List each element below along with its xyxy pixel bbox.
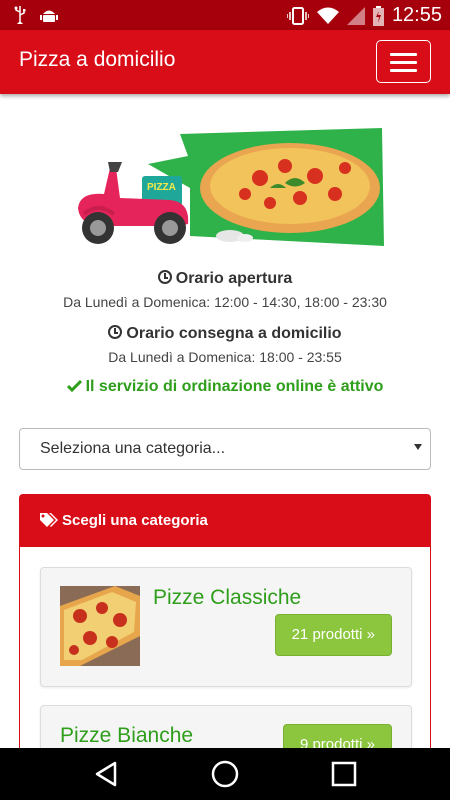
- category-panel-title: Scegli una categoria: [62, 512, 208, 529]
- back-icon[interactable]: [93, 761, 119, 787]
- vibrate-icon: [286, 6, 309, 25]
- dropdown-arrow-icon: [414, 444, 422, 450]
- hero-illustration: PIZZA: [70, 128, 390, 253]
- category-select-value: Seleziona una categoria...: [40, 440, 226, 457]
- opening-hours-title: Orario apertura: [175, 270, 293, 287]
- app-title: Pizza a domicilio: [19, 48, 176, 71]
- opening-hours-block: Orario apertura Da Lunedì a Domenica: 12…: [0, 270, 450, 310]
- category-products-button[interactable]: 21 prodotti »: [274, 614, 392, 656]
- category-select[interactable]: Seleziona una categoria...: [19, 428, 431, 470]
- service-status: Il servizio di ordinazione online è atti…: [0, 378, 450, 396]
- app-bar: Pizza a domicilio: [0, 30, 450, 94]
- category-panel-header: Scegli una categoria: [20, 495, 430, 547]
- clock-icon: [157, 270, 172, 284]
- delivery-hours-block: Orario consegna a domicilio Da Lunedì a …: [0, 325, 450, 365]
- android-debug-icon: [40, 10, 58, 22]
- scooter-pizza-label: PIZZA: [147, 182, 176, 193]
- delivery-scooter-pizza-illustration: PIZZA: [78, 128, 384, 246]
- usb-icon: [14, 6, 26, 24]
- hamburger-icon: [390, 53, 417, 56]
- category-card-pizze-classiche[interactable]: Pizze Classiche 21 prodotti »: [40, 567, 412, 687]
- recents-icon[interactable]: [331, 761, 357, 787]
- category-name[interactable]: Pizze Bianche: [60, 724, 193, 748]
- clock-time: 12:55: [391, 4, 442, 26]
- check-icon: [66, 379, 82, 393]
- delivery-hours-value: Da Lunedì a Domenica: 18:00 - 23:55: [108, 349, 342, 365]
- signal-icon: [346, 6, 365, 25]
- delivery-hours-title: Orario consegna a domicilio: [126, 325, 342, 342]
- category-name[interactable]: Pizze Classiche: [153, 586, 301, 610]
- wifi-icon: [316, 7, 339, 24]
- category-thumbnail: [60, 586, 140, 666]
- status-bar: 12:55: [0, 0, 450, 30]
- menu-button[interactable]: [376, 40, 431, 83]
- clock-icon: [108, 325, 123, 339]
- system-nav-bar: [0, 748, 450, 800]
- opening-hours-value: Da Lunedì a Domenica: 12:00 - 14:30, 18:…: [63, 294, 387, 310]
- service-status-text: Il servizio di ordinazione online è atti…: [85, 378, 384, 395]
- battery-charging-icon: [372, 5, 384, 26]
- home-icon[interactable]: [211, 760, 239, 788]
- tags-icon: [40, 513, 58, 527]
